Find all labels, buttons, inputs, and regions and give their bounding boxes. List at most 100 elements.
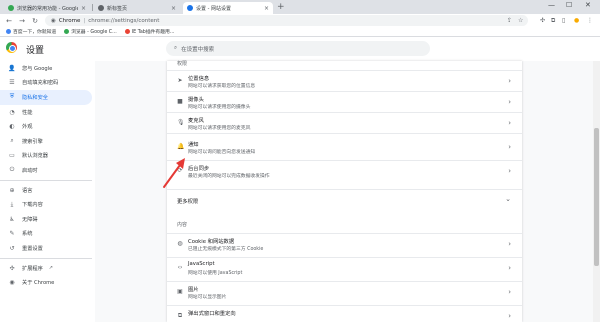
bookmark-item[interactable]: 浏览器 - Google C... [64,28,117,35]
bookmark-item[interactable]: 百度一下，你就知道 [6,28,56,35]
row-subtitle: 网站可以请求使用您的麦克风 [188,126,251,131]
row-subtitle: 最近关闭的网站可以完成数据收发操作 [188,174,270,179]
chevron-right-icon: › [508,77,511,85]
star-icon[interactable]: ☆ [518,17,523,24]
sidebar-item-label: 自动填充和密码 [22,80,59,87]
search-placeholder: 在设置中搜索 [181,46,215,53]
page-title: 设置 [26,46,45,56]
sidebar-item-label: 搜索引擎 [22,138,43,145]
settings-search-input[interactable]: ⌕ 在设置中搜索 [166,41,430,56]
search-icon: ⌕ [174,45,178,51]
sidebar: 👤 您与 Google ☰ 自动填充和密码 ⛨ 隐私和安全 ◔ 性能 ◐ 外观 … [0,61,95,322]
sync-icon: ⟳ [177,167,183,174]
permission-row-notifications[interactable]: 🔔 通知 网站可以询问能否向您发送通知 › [167,133,522,160]
sidebar-item-label: 启动时 [22,167,38,174]
bookmark-label: 百度一下，你就知道 [13,30,57,35]
sidebar-item-you-and-google[interactable]: 👤 您与 Google [0,61,92,76]
close-icon[interactable]: × [81,5,86,12]
row-title: 通知 [188,142,199,148]
search-icon: ⌕ [10,137,14,145]
sidebar-divider [0,257,92,259]
maximize-icon[interactable]: ☐ [566,1,572,9]
bookmark-favicon [6,29,11,34]
row-subtitle: 网站可以使用 JavaScript [188,271,243,276]
location-icon: ➤ [177,77,183,84]
row-subtitle: 网站可以请求获取您的位置信息 [188,84,256,89]
sidebar-item-label: 语言 [22,187,33,194]
sidebar-item-label: 隐私和安全 [22,94,48,101]
permission-row-background-sync[interactable]: ⟳ 后台同步 最近关闭的网站可以完成数据收发操作 › [167,160,522,181]
share-icon[interactable]: ⇪ [507,17,512,24]
content-row-javascript[interactable]: ‹› JavaScript 网站可以使用 JavaScript › [167,257,522,278]
sidebar-item-on-startup[interactable]: ⏻ 启动时 [0,163,92,178]
content-row-popups[interactable]: ⧉ 弹出式窗口和重定向 › [167,305,522,322]
bookmark-favicon [124,29,130,34]
permission-row-camera[interactable]: ■ 摄像头 网站可以请求使用您的摄像头 › [167,91,522,112]
sidebar-item-about-chrome[interactable]: ◉ 关于 Chrome [0,275,92,290]
site-settings-card: 权限 ➤ 位置信息 网站可以请求获取您的位置信息 › ■ 摄像头 网站可以请求使… [167,61,522,322]
address-bar[interactable]: ◉ Chrome | chrome://settings/content [45,15,528,26]
autofill-icon: ☰ [9,79,15,87]
forward-icon[interactable]: → [17,17,27,25]
chevron-right-icon: › [508,98,511,106]
sidepanel-icon[interactable]: ▯ [562,17,565,24]
close-icon[interactable]: × [264,5,269,12]
new-tab-button[interactable]: + [277,2,285,12]
person-icon: 👤 [8,64,16,72]
chrome-logo-icon [6,42,17,53]
external-link-icon: ↗ [48,265,53,272]
sidebar-item-languages[interactable]: ⊕ 语言 [0,183,92,198]
chevron-right-icon: › [508,167,511,175]
bookmark-item[interactable]: IE Tab插件有趣用... [124,28,174,35]
chevron-right-icon: › [508,264,511,272]
sidebar-item-downloads[interactable]: ⤓ 下载内容 [0,197,92,212]
sidebar-item-extensions[interactable]: ✣ 扩展程序 ↗ [0,261,92,276]
tab-separator [92,4,93,11]
code-icon: ‹› [177,264,183,271]
close-window-icon[interactable]: ✕ [585,1,591,9]
settings-header: 设置 ⌕ 在设置中搜索 [0,37,600,61]
sidebar-item-autofill[interactable]: ☰ 自动填充和密码 [0,76,92,91]
chrome-icon: ◉ [9,279,15,287]
tab-2[interactable]: 设置 - 网站设置 × [183,2,273,14]
sidebar-item-system[interactable]: ✎ 系统 [0,227,92,242]
chevron-right-icon: › [508,143,511,151]
sidebar-item-accessibility[interactable]: ♿ 无障碍 [0,212,92,227]
close-icon[interactable]: × [171,5,176,12]
tab-0[interactable]: 浏览器的常用功能 - Google Ch... × [4,2,90,14]
permission-row-location[interactable]: ➤ 位置信息 网站可以请求获取您的位置信息 › [167,70,522,91]
menu-icon[interactable]: ⋮ [587,17,593,24]
address-separator: | [83,17,86,24]
permission-row-microphone[interactable]: 🎙 麦克风 网站可以请求使用您的麦克风 › [167,112,522,133]
minimize-icon[interactable]: — [548,1,555,9]
scrollbar-thumb[interactable] [594,128,599,266]
puzzle-icon[interactable]: ⧉ [551,17,555,25]
sidebar-item-privacy[interactable]: ⛨ 隐私和安全 [0,90,92,105]
tab-1[interactable]: 新标签页 × [94,2,180,14]
row-title: Cookie 和网站数据 [188,239,235,245]
power-icon: ⏻ [9,166,15,174]
extension-icon[interactable]: ✣ [540,17,545,24]
wrench-icon: ✎ [9,230,15,238]
sidebar-divider [0,179,92,181]
sidebar-item-default-browser[interactable]: ▭ 默认浏览器 [0,149,92,164]
secure-icon: ◉ [51,17,56,24]
tab-favicon [98,5,104,11]
sidebar-item-appearance[interactable]: ◐ 外观 [0,119,92,134]
sidebar-item-search-engine[interactable]: ⌕ 搜索引擎 [0,134,92,149]
row-subtitle: 已阻止无痕模式下的第三方 Cookie [188,247,264,252]
content-row-cookies[interactable]: ◍ Cookie 和网站数据 已阻止无痕模式下的第三方 Cookie › [167,233,522,254]
sidebar-item-reset[interactable]: ↺ 重置设置 [0,241,92,256]
row-title: JavaScript [188,261,215,267]
reload-icon[interactable]: ↻ [30,17,40,25]
reset-icon: ↺ [9,244,15,252]
more-permissions-toggle[interactable]: 更多权限 ⌄ [167,189,522,210]
microphone-icon: 🎙 [177,119,185,126]
content-row-images[interactable]: ▣ 图片 网站可以显示图片 › [167,281,522,302]
back-icon[interactable]: ← [4,17,14,25]
sidebar-item-performance[interactable]: ◔ 性能 [0,105,92,120]
more-permissions-label: 更多权限 [177,199,199,205]
chevron-right-icon: › [508,119,511,127]
row-title: 摄像头 [188,97,204,103]
profile-icon[interactable]: ● [574,17,579,24]
